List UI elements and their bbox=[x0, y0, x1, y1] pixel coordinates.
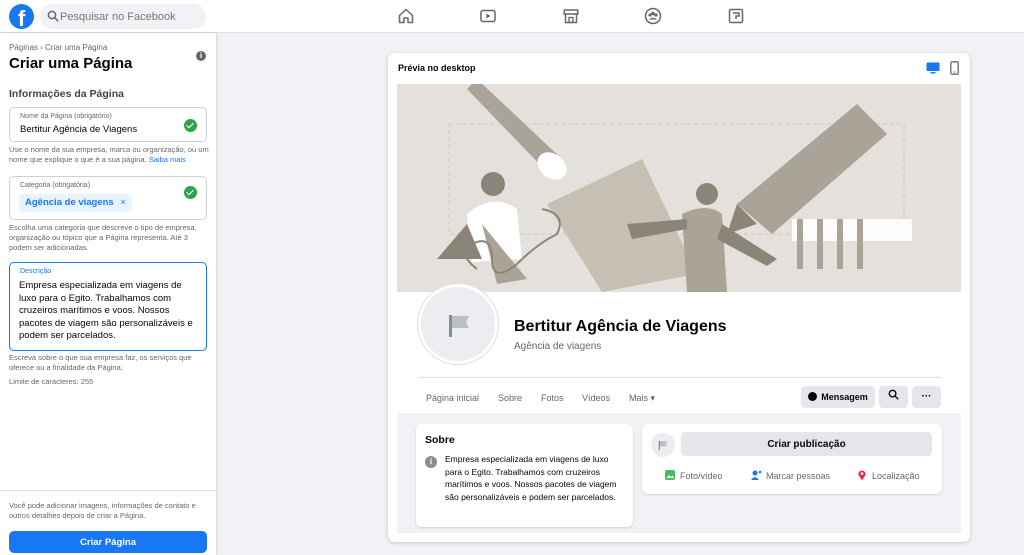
location-pin-icon bbox=[858, 470, 866, 481]
description-helper: Escreva sobre o que sua empresa faz, os … bbox=[9, 353, 192, 372]
page-name: Bertitur Agência de Viagens bbox=[514, 318, 727, 335]
desktop-icon[interactable] bbox=[926, 62, 940, 74]
about-title: Sobre bbox=[425, 434, 455, 446]
description-label: Descrição bbox=[20, 268, 52, 275]
create-page-button[interactable]: Criar Página bbox=[9, 531, 207, 553]
divider bbox=[418, 377, 941, 378]
page-header: Bertitur Agência de Viagens Agência de v… bbox=[397, 284, 961, 413]
create-post-button[interactable]: Criar publicação bbox=[681, 432, 932, 456]
section-title: Informações da Página bbox=[9, 88, 124, 100]
mobile-icon[interactable] bbox=[950, 61, 959, 75]
tag-people-icon bbox=[751, 470, 762, 480]
cover-illustration bbox=[397, 84, 961, 292]
search-box[interactable] bbox=[40, 4, 206, 29]
form-footer: Você pode adicionar imagens, informações… bbox=[0, 490, 216, 555]
search-icon bbox=[888, 389, 899, 400]
check-icon bbox=[184, 119, 197, 132]
category-chip[interactable]: Agência de viagens × bbox=[19, 194, 132, 212]
character-limit: Limite de caracteres: 255 bbox=[9, 377, 94, 386]
about-card: Sobre i Empresa especializada em viagens… bbox=[416, 424, 633, 527]
tab-videos[interactable]: Vídeos bbox=[582, 393, 610, 403]
tab-photos[interactable]: Fotos bbox=[541, 393, 564, 403]
search-input[interactable] bbox=[60, 4, 200, 29]
marketplace-icon[interactable] bbox=[562, 7, 580, 25]
tag-people-button[interactable]: Marcar pessoas bbox=[750, 469, 830, 481]
learn-more-link[interactable]: Saiba mais bbox=[149, 155, 186, 164]
photo-video-button[interactable]: Foto/vídeo bbox=[664, 469, 723, 481]
tab-about[interactable]: Sobre bbox=[498, 393, 522, 403]
category-label: Categoria (obrigatória) bbox=[20, 182, 91, 189]
page-preview: Bertitur Agência de Viagens Agência de v… bbox=[397, 84, 961, 533]
page-category: Agência de viagens bbox=[514, 341, 602, 352]
info-icon: i bbox=[425, 456, 437, 468]
category-field[interactable]: Categoria (obrigatória) Agência de viage… bbox=[9, 176, 207, 220]
create-page-form-panel: Páginas › Criar uma Página Criar uma Pág… bbox=[0, 33, 216, 555]
preview-title: Prévia no desktop bbox=[398, 63, 476, 73]
home-icon[interactable] bbox=[397, 7, 415, 25]
flag-icon bbox=[449, 315, 469, 337]
gaming-icon[interactable] bbox=[727, 7, 745, 25]
page-name-helper: Use o nome da sua empresa, marca ou orga… bbox=[9, 145, 209, 164]
create-post-card: Criar publicação Foto/vídeo Marcar pesso… bbox=[642, 424, 942, 494]
category-helper: Escolha uma categoria que descreve o tip… bbox=[9, 223, 197, 252]
messenger-icon bbox=[808, 392, 818, 401]
tab-more[interactable]: Mais ▾ bbox=[629, 393, 655, 404]
category-chip-label: Agência de viagens bbox=[25, 197, 114, 208]
chip-remove-icon[interactable]: × bbox=[120, 197, 126, 208]
footer-note: Você pode adicionar imagens, informações… bbox=[9, 501, 196, 520]
flag-icon bbox=[658, 440, 668, 451]
search-icon bbox=[47, 10, 59, 22]
top-navigation-bar: f bbox=[0, 0, 1024, 33]
desktop-preview-card: Prévia no desktop Bertitur Agência de Vi… bbox=[388, 53, 970, 542]
more-options-button[interactable]: ··· bbox=[912, 386, 941, 408]
info-icon[interactable]: i bbox=[196, 51, 206, 61]
photo-icon bbox=[665, 470, 675, 480]
page-name-field[interactable]: Nome da Página (obrigatório) Bertitur Ag… bbox=[9, 107, 207, 142]
page-avatar-small bbox=[651, 433, 675, 457]
message-button[interactable]: Mensagem bbox=[801, 386, 875, 408]
check-icon bbox=[184, 186, 197, 199]
description-field[interactable]: Descrição Empresa especializada em viage… bbox=[9, 262, 207, 351]
page-title: Criar uma Página bbox=[9, 55, 133, 72]
page-avatar[interactable] bbox=[418, 284, 498, 364]
facebook-logo-icon[interactable]: f bbox=[9, 4, 34, 29]
watch-icon[interactable] bbox=[479, 7, 497, 25]
groups-icon[interactable] bbox=[644, 7, 662, 25]
description-textarea[interactable]: Empresa especializada em viagens de luxo… bbox=[19, 280, 199, 343]
about-description: Empresa especializada em viagens de luxo… bbox=[445, 454, 617, 502]
location-button[interactable]: Localização bbox=[856, 469, 920, 481]
search-page-button[interactable] bbox=[879, 386, 908, 408]
breadcrumb[interactable]: Páginas › Criar uma Página bbox=[9, 43, 107, 52]
page-name-value[interactable]: Bertitur Agência de Viagens bbox=[20, 124, 137, 135]
tab-home[interactable]: Página inicial bbox=[426, 393, 479, 403]
page-name-label: Nome da Página (obrigatório) bbox=[20, 113, 112, 120]
